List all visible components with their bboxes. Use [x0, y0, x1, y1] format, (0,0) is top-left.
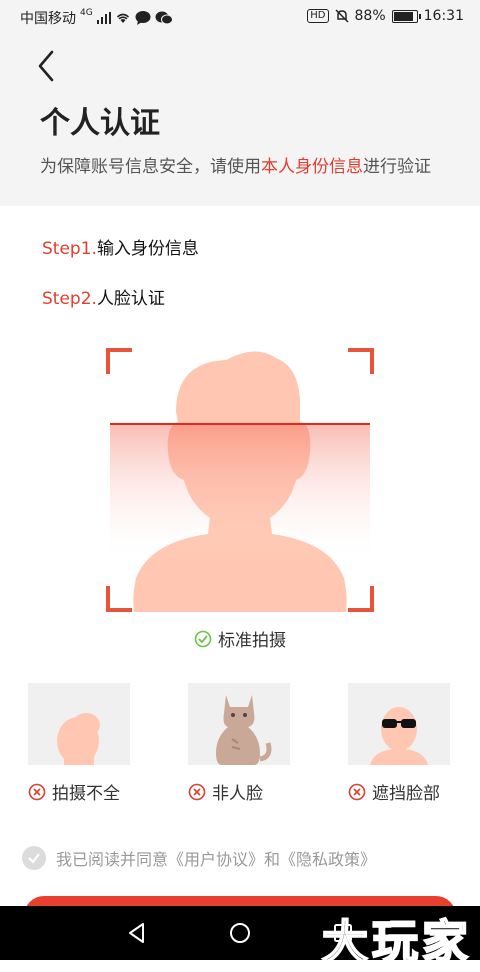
- battery-percent: 88%: [354, 8, 386, 24]
- nav-home-icon[interactable]: [227, 920, 253, 946]
- frame-corner: [106, 348, 132, 374]
- face-silhouette: [110, 351, 370, 612]
- agreement-text[interactable]: 我已阅读并同意《用户协议》和《隐私政策》: [56, 846, 376, 870]
- cat-image: [216, 695, 272, 765]
- wechat-icon: [155, 11, 173, 25]
- check-icon: [28, 853, 40, 864]
- battery-icon: [391, 9, 421, 23]
- step-number: Step2.: [42, 289, 97, 309]
- example-incomplete: 拍摄不全: [28, 683, 130, 804]
- subtitle-text-end: 进行验证: [363, 157, 431, 177]
- error-circle-icon: [348, 783, 366, 800]
- subtitle-text: 为保障账号信息安全，请使用: [40, 157, 261, 177]
- frame-corner: [348, 348, 374, 374]
- frame-corner: [106, 586, 132, 612]
- standard-label: 标准拍摄: [218, 631, 286, 651]
- check-circle-icon: [194, 630, 212, 647]
- standard-capture-label: 标准拍摄: [0, 626, 480, 651]
- step-number: Step1.: [42, 239, 97, 259]
- page-subtitle: 为保障账号信息安全，请使用本人身份信息进行验证: [40, 152, 431, 177]
- face-scan-frame: [106, 348, 374, 612]
- step-1: Step1.输入身份信息: [42, 234, 199, 259]
- wifi-icon: [116, 13, 129, 23]
- message-icon: [135, 11, 151, 25]
- example-not-face: 非人脸: [188, 683, 290, 804]
- error-circle-icon: [188, 783, 206, 800]
- example-label: 遮挡脸部: [372, 784, 440, 804]
- example-face-blocked: 遮挡脸部: [348, 683, 450, 804]
- back-arrow-icon[interactable]: [32, 44, 62, 84]
- agreement-row[interactable]: 我已阅读并同意《用户协议》和《隐私政策》: [22, 846, 376, 870]
- carrier-label: 中国移动: [20, 11, 76, 27]
- step-text: 人脸认证: [96, 289, 165, 309]
- watermark: 大玩家: [321, 914, 472, 970]
- nav-back-icon[interactable]: [124, 920, 150, 946]
- error-circle-icon: [28, 783, 46, 800]
- network-label: 4G: [80, 8, 93, 18]
- step-text: 输入身份信息: [96, 239, 199, 259]
- sunglasses-face-image: [370, 707, 428, 765]
- system-nav-bar: 大玩家: [0, 906, 480, 970]
- status-bar: 中国移动 4G HD 88% 16:31: [0, 0, 480, 34]
- mute-bell-icon: [334, 9, 349, 23]
- page-title: 个人认证: [40, 106, 160, 141]
- partial-face-image: [57, 713, 100, 765]
- example-image: [348, 683, 450, 765]
- signal-icon: [96, 12, 111, 24]
- example-label: 非人脸: [212, 784, 263, 804]
- clock: 16:31: [423, 8, 464, 24]
- page-header: 个人认证 为保障账号信息安全，请使用本人身份信息进行验证: [0, 34, 480, 206]
- example-image: [28, 683, 130, 765]
- step-2: Step2.人脸认证: [42, 284, 165, 309]
- example-label: 拍摄不全: [52, 784, 120, 804]
- agreement-checkbox[interactable]: [22, 846, 46, 870]
- subtitle-highlight: 本人身份信息: [261, 157, 363, 177]
- frame-corner: [348, 586, 374, 612]
- example-image: [188, 683, 290, 765]
- hd-badge: HD: [307, 9, 329, 23]
